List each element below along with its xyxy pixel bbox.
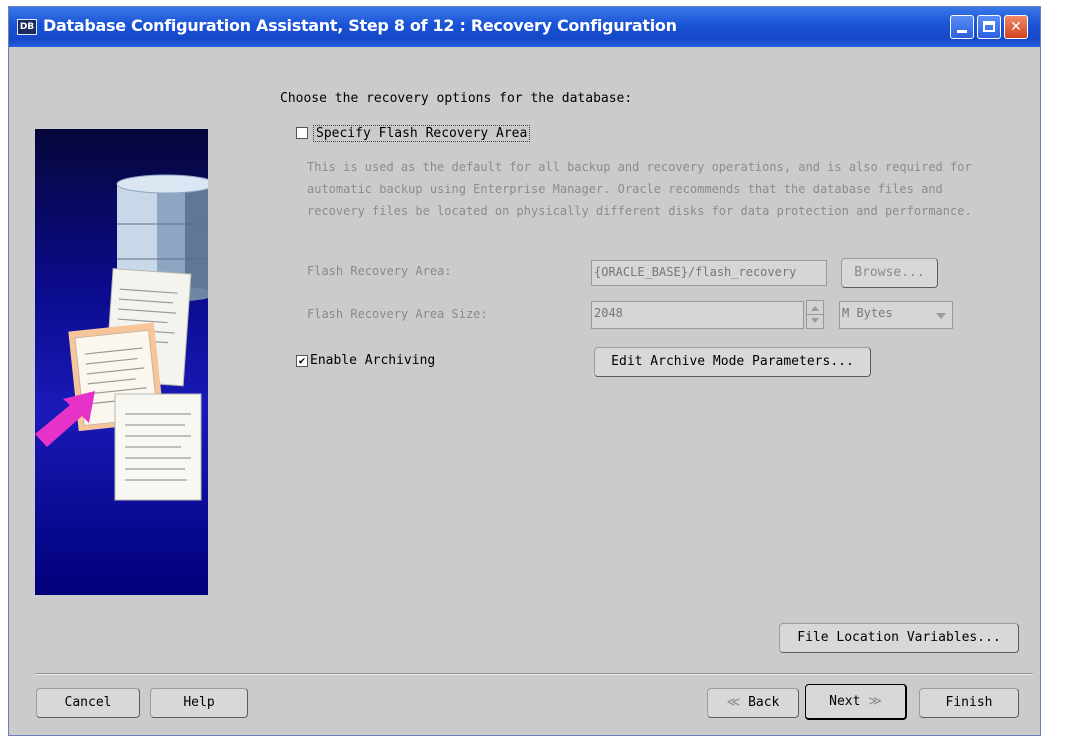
size-unit-value: M Bytes [842, 306, 893, 320]
size-unit-select[interactable]: M Bytes [839, 301, 953, 329]
flash-recovery-description: This is used as the default for all back… [307, 160, 972, 218]
flash-recovery-size-input[interactable]: 2048 [591, 301, 804, 329]
dbca-window: DB Database Configuration Assistant, Ste… [8, 6, 1041, 736]
next-label: Next [829, 694, 861, 709]
database-documents-illustration [35, 174, 208, 501]
spinner-arrows-icon [807, 306, 823, 323]
enable-archiving-label[interactable]: Enable Archiving [310, 353, 435, 368]
flash-recovery-checkbox[interactable] [296, 127, 308, 139]
chevron-down-icon [936, 313, 946, 319]
side-illustration [35, 129, 208, 595]
close-button[interactable]: ✕ [1004, 15, 1028, 39]
finish-button[interactable]: Finish [919, 688, 1019, 718]
recovery-heading: Choose the recovery options for the data… [280, 91, 633, 106]
back-button[interactable]: ≪ Back [707, 688, 799, 718]
file-location-variables-button[interactable]: File Location Variables... [779, 623, 1019, 653]
close-icon: ✕ [1010, 19, 1022, 35]
flash-recovery-area-input[interactable]: {ORACLE_BASE}/flash_recovery [591, 260, 827, 286]
flash-recovery-area-label: Flash Recovery Area: [307, 264, 452, 278]
size-spinner[interactable] [806, 300, 824, 329]
minimize-icon [957, 30, 967, 33]
footer-separator [35, 673, 1033, 675]
flash-recovery-size-label: Flash Recovery Area Size: [307, 307, 488, 321]
next-arrow-icon: ≫ [868, 694, 882, 709]
cancel-button[interactable]: Cancel [36, 688, 140, 718]
browse-button[interactable]: Browse... [841, 258, 938, 288]
edit-archive-mode-button[interactable]: Edit Archive Mode Parameters... [594, 347, 871, 377]
maximize-button[interactable] [977, 15, 1001, 39]
minimize-button[interactable] [950, 15, 974, 39]
help-button[interactable]: Help [150, 688, 248, 718]
flash-recovery-checkbox-label[interactable]: Specify Flash Recovery Area [313, 125, 531, 142]
back-label: Back [748, 695, 780, 710]
window-title: Database Configuration Assistant, Step 8… [43, 16, 677, 35]
back-arrow-icon: ≪ [726, 695, 741, 710]
title-bar[interactable]: DB Database Configuration Assistant, Ste… [9, 7, 1040, 47]
maximize-icon [983, 21, 995, 32]
next-button[interactable]: Next ≫ [805, 684, 907, 720]
enable-archiving-checkbox[interactable]: ✔ [296, 355, 308, 367]
app-icon: DB [17, 19, 37, 35]
